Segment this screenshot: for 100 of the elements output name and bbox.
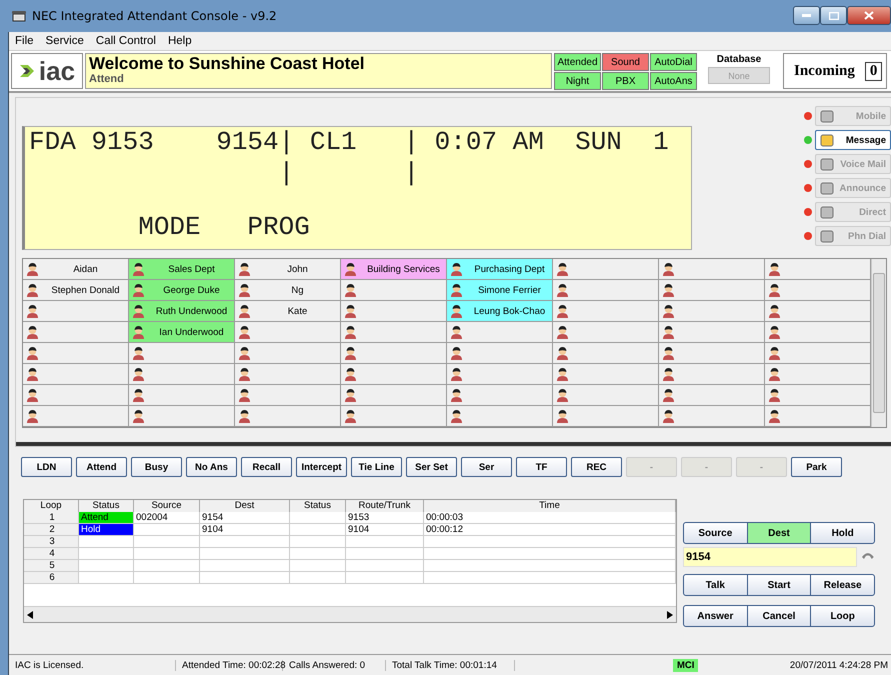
directory-cell[interactable]: Ruth Underwood: [129, 301, 235, 322]
directory-cell[interactable]: [341, 301, 447, 322]
directory-cell[interactable]: [447, 322, 553, 344]
function-key[interactable]: Intercept: [296, 457, 347, 477]
scrollbar[interactable]: [871, 259, 886, 428]
directory-cell[interactable]: Purchasing Dept: [447, 259, 553, 280]
directory-cell[interactable]: Ian Underwood: [129, 322, 235, 344]
function-key[interactable]: Tie Line: [351, 457, 402, 477]
call-button[interactable]: Loop: [811, 606, 874, 626]
directory-cell[interactable]: [553, 364, 659, 386]
function-key[interactable]: REC: [571, 457, 622, 477]
call-button[interactable]: Answer: [684, 606, 748, 626]
directory-cell[interactable]: [23, 385, 129, 406]
directory-cell[interactable]: [129, 406, 235, 428]
directory-cell[interactable]: [341, 406, 447, 428]
tab[interactable]: Dest: [748, 523, 812, 543]
directory-cell[interactable]: [235, 322, 341, 344]
directory-cell[interactable]: [235, 343, 341, 364]
scrollbar[interactable]: [24, 606, 676, 622]
directory-cell[interactable]: [341, 364, 447, 386]
directory-cell[interactable]: John: [235, 259, 341, 280]
directory-cell[interactable]: [341, 385, 447, 406]
lamp-button[interactable]: Message: [815, 130, 891, 150]
directory-cell[interactable]: [659, 385, 765, 406]
function-key[interactable]: Ser Set: [406, 457, 457, 477]
menu-item[interactable]: Service: [46, 35, 84, 47]
function-key[interactable]: Ser: [461, 457, 512, 477]
tab[interactable]: Hold: [811, 523, 874, 543]
minimize-button[interactable]: [793, 6, 820, 25]
directory-cell[interactable]: [447, 406, 553, 428]
directory-cell[interactable]: [553, 343, 659, 364]
directory-cell[interactable]: George Duke: [129, 280, 235, 302]
directory-cell[interactable]: [23, 343, 129, 364]
person-icon: [344, 409, 357, 424]
directory-cell[interactable]: Simone Ferrier: [447, 280, 553, 302]
function-key[interactable]: Busy: [131, 457, 182, 477]
scroll-left-icon[interactable]: [27, 610, 33, 618]
directory-cell[interactable]: [553, 259, 659, 280]
directory-cell[interactable]: [341, 322, 447, 344]
directory-cell[interactable]: [659, 301, 765, 322]
directory-cell[interactable]: [659, 280, 765, 302]
function-key[interactable]: TF: [516, 457, 567, 477]
function-key[interactable]: Park: [791, 457, 842, 477]
directory-cell[interactable]: [765, 280, 871, 302]
directory-cell[interactable]: [235, 385, 341, 406]
directory-cell[interactable]: [765, 385, 871, 406]
directory-cell[interactable]: [659, 343, 765, 364]
directory-cell[interactable]: [235, 364, 341, 386]
close-button[interactable]: [847, 6, 891, 25]
function-key[interactable]: LDN: [21, 457, 72, 477]
call-button[interactable]: Cancel: [748, 606, 812, 626]
directory-cell[interactable]: [447, 343, 553, 364]
directory-cell[interactable]: [553, 301, 659, 322]
maximize-button[interactable]: [820, 6, 847, 25]
directory-cell[interactable]: [447, 385, 553, 406]
directory-cell[interactable]: [765, 259, 871, 280]
directory-cell[interactable]: [659, 259, 765, 280]
function-key[interactable]: No Ans: [186, 457, 237, 477]
directory-cell[interactable]: [23, 322, 129, 344]
directory-cell[interactable]: [659, 364, 765, 386]
scroll-right-icon[interactable]: [667, 610, 673, 618]
directory-cell[interactable]: [23, 301, 129, 322]
menu-item[interactable]: File: [15, 35, 34, 47]
person-icon: [556, 346, 569, 360]
person-icon: [132, 409, 145, 424]
directory-cell[interactable]: [23, 406, 129, 428]
directory-cell[interactable]: [765, 301, 871, 322]
directory-cell[interactable]: [553, 322, 659, 344]
directory-cell[interactable]: [765, 364, 871, 386]
directory-cell[interactable]: [553, 406, 659, 428]
call-button[interactable]: Start: [748, 575, 812, 595]
directory-cell[interactable]: Building Services: [341, 259, 447, 280]
directory-cell[interactable]: [765, 343, 871, 364]
directory-cell[interactable]: [765, 406, 871, 428]
directory-cell[interactable]: [341, 280, 447, 302]
menu-item[interactable]: Help: [168, 35, 192, 47]
directory-cell[interactable]: [341, 343, 447, 364]
directory-cell[interactable]: Kate: [235, 301, 341, 322]
number-field[interactable]: 9154: [683, 547, 858, 567]
directory-cell[interactable]: [765, 322, 871, 344]
menu-item[interactable]: Call Control: [96, 35, 156, 47]
directory-cell[interactable]: [553, 280, 659, 302]
directory-cell[interactable]: Aidan: [23, 259, 129, 280]
call-button[interactable]: Release: [811, 575, 874, 595]
directory-cell[interactable]: [129, 364, 235, 386]
function-key[interactable]: Attend: [76, 457, 127, 477]
directory-cell[interactable]: Ng: [235, 280, 341, 302]
directory-cell[interactable]: [129, 385, 235, 406]
directory-cell[interactable]: [129, 343, 235, 364]
directory-cell[interactable]: [659, 406, 765, 428]
directory-cell[interactable]: [659, 322, 765, 344]
directory-cell[interactable]: [23, 364, 129, 386]
directory-cell[interactable]: Stephen Donald: [23, 280, 129, 302]
directory-cell[interactable]: [447, 364, 553, 386]
directory-cell[interactable]: Leung Bok-Chao: [447, 301, 553, 322]
function-key[interactable]: Recall: [241, 457, 292, 477]
directory-cell[interactable]: Sales Dept: [129, 259, 235, 280]
directory-cell[interactable]: [235, 406, 341, 428]
call-button[interactable]: Talk: [684, 575, 748, 595]
directory-cell[interactable]: [553, 385, 659, 406]
